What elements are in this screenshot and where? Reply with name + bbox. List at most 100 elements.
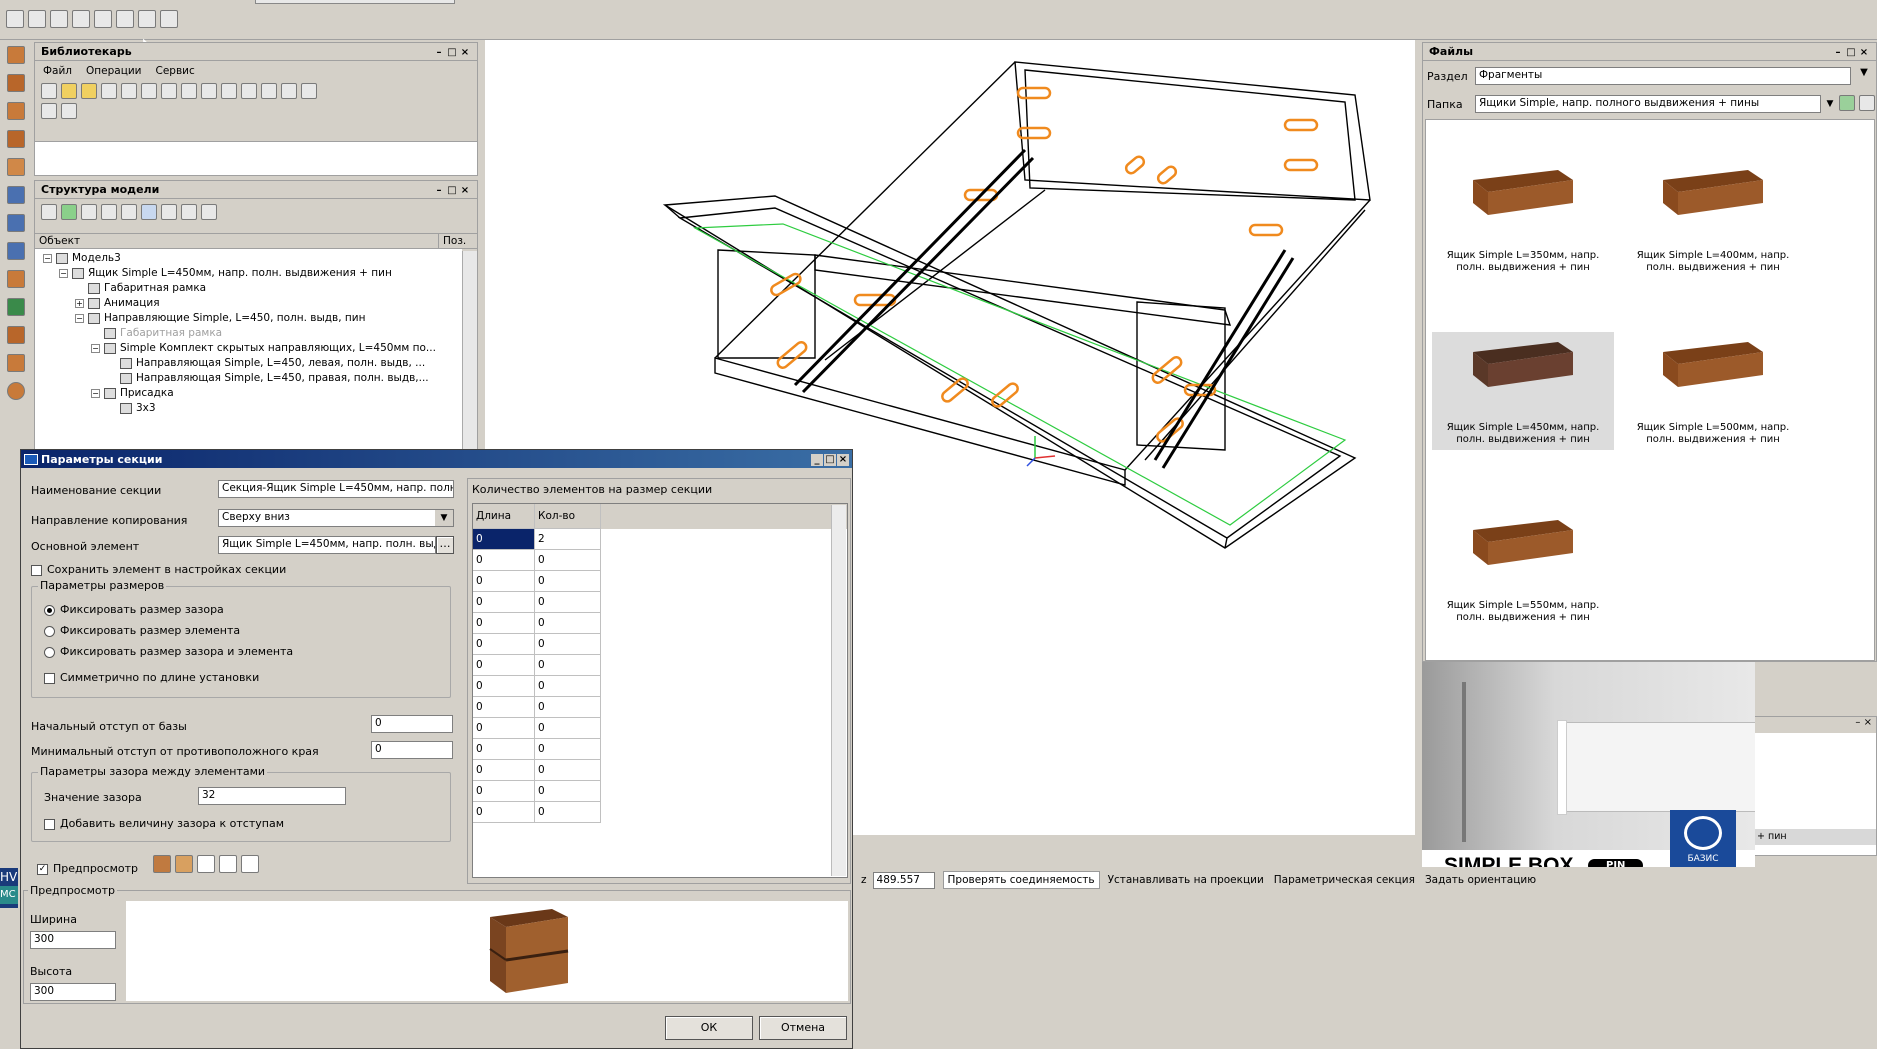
count-cell[interactable]: 0 — [535, 550, 601, 571]
tree-expander-icon[interactable]: − — [91, 388, 100, 398]
tool-icon[interactable] — [7, 214, 25, 232]
open-folder-icon[interactable] — [61, 83, 77, 99]
toolbar-icon[interactable] — [160, 10, 178, 28]
check-connect-toggle[interactable]: Проверять соединяемость — [942, 871, 1100, 889]
keep-element-checkbox[interactable] — [31, 564, 42, 576]
tool-icon[interactable] — [7, 74, 25, 92]
length-cell[interactable]: 0 — [473, 655, 535, 676]
close-icon[interactable]: × — [459, 47, 471, 59]
tool-icon[interactable] — [101, 204, 117, 220]
tool-icon[interactable] — [7, 130, 25, 148]
find-icon[interactable] — [141, 204, 157, 220]
length-cell[interactable]: 0 — [473, 592, 535, 613]
length-cell[interactable]: 0 — [473, 613, 535, 634]
wireframe-icon[interactable] — [241, 855, 259, 873]
table-row[interactable]: 02 — [473, 529, 847, 550]
add-icon[interactable] — [61, 204, 77, 220]
length-cell[interactable]: 0 — [473, 802, 535, 823]
min-offset-input[interactable]: 0 — [371, 741, 453, 759]
length-cell[interactable]: 0 — [473, 676, 535, 697]
count-cell[interactable]: 0 — [535, 592, 601, 613]
minimize-icon[interactable]: – — [1832, 47, 1844, 59]
length-cell[interactable]: 0 — [473, 781, 535, 802]
add-gap-checkbox[interactable] — [44, 818, 55, 830]
table-row[interactable]: 00 — [473, 718, 847, 739]
tool-icon[interactable] — [7, 242, 25, 260]
col-length[interactable]: Длина — [473, 504, 535, 529]
folder-dropdown-icon[interactable]: ▼ — [1823, 95, 1837, 113]
fragment-item[interactable]: Ящик Simple L=400мм, напр. полн. выдвиже… — [1622, 160, 1804, 274]
toolbar-icon[interactable] — [6, 10, 24, 28]
fragment-item[interactable]: Ящик Simple L=350мм, напр. полн. выдвиже… — [1432, 160, 1614, 274]
eye-icon[interactable] — [161, 204, 177, 220]
toolbar-icon[interactable] — [94, 10, 112, 28]
fragment-item-selected[interactable]: Ящик Simple L=450мм, напр. полн. выдвиже… — [1432, 332, 1614, 450]
z-input[interactable]: 489.557 — [872, 871, 935, 889]
arrow-down-icon[interactable] — [221, 83, 237, 99]
tree-node[interactable]: +Габаритная рамка — [35, 326, 462, 341]
direction-dropdown-icon[interactable]: ▼ — [435, 510, 453, 526]
table-row[interactable]: 00 — [473, 592, 847, 613]
toolbar-icon[interactable] — [50, 10, 68, 28]
table-row[interactable]: 00 — [473, 571, 847, 592]
radio-fix-both[interactable] — [44, 646, 55, 658]
folder-add-icon[interactable] — [81, 83, 97, 99]
col-object[interactable]: Объект — [35, 234, 439, 248]
print-icon[interactable] — [121, 83, 137, 99]
tools-icon[interactable] — [41, 204, 57, 220]
tree-node[interactable]: − Модель3 — [35, 251, 462, 266]
section-name-input[interactable]: Секция-Ящик Simple L=450мм, напр. полн. … — [218, 480, 454, 498]
tool-icon[interactable] — [41, 103, 57, 119]
count-cell[interactable]: 0 — [535, 613, 601, 634]
minimize-icon[interactable]: – — [433, 185, 445, 197]
direction-select[interactable]: Сверху вниз — [218, 509, 454, 527]
tool-icon[interactable] — [161, 83, 177, 99]
projection-toggle[interactable]: Устанавливать на проекции — [1108, 874, 1264, 886]
solid-wood-icon[interactable] — [153, 855, 171, 873]
remove-icon[interactable] — [121, 204, 137, 220]
tree-node[interactable]: − Ящик Simple L=450мм, напр. полн. выдвиж… — [35, 266, 462, 281]
table-row[interactable]: 00 — [473, 655, 847, 676]
new-file-icon[interactable] — [41, 83, 57, 99]
tool-icon[interactable] — [7, 326, 25, 344]
toolbar-icon[interactable] — [28, 10, 46, 28]
tool-icon[interactable] — [7, 186, 25, 204]
start-offset-input[interactable]: 0 — [371, 715, 453, 733]
length-cell[interactable]: 0 — [473, 739, 535, 760]
tool-icon[interactable] — [261, 83, 277, 99]
table-row[interactable]: 00 — [473, 697, 847, 718]
tree-node[interactable]: +3x3 — [35, 401, 462, 416]
count-cell[interactable]: 0 — [535, 571, 601, 592]
tree-expander-icon[interactable]: − — [75, 313, 84, 323]
toolbar-icon[interactable] — [116, 10, 134, 28]
table-row[interactable]: 00 — [473, 760, 847, 781]
tool-icon[interactable] — [281, 83, 297, 99]
length-cell[interactable]: 0 — [473, 634, 535, 655]
tool-icon[interactable] — [7, 270, 25, 288]
panel-item[interactable]: + пин — [1753, 829, 1876, 845]
width-input[interactable]: 300 — [30, 931, 116, 949]
cancel-button[interactable]: Отмена — [759, 1016, 847, 1040]
help-icon[interactable] — [81, 204, 97, 220]
wireframe-icon[interactable] — [219, 855, 237, 873]
col-pos[interactable]: Поз. — [439, 234, 466, 248]
toolbar-icon[interactable] — [72, 10, 90, 28]
preview-checkbox[interactable]: ✓ — [37, 863, 48, 875]
tree-expander-icon[interactable]: − — [59, 268, 68, 278]
ok-button[interactable]: ОК — [665, 1016, 753, 1040]
tree-node[interactable]: − Направляющие Simple, L=450, полн. выдв,… — [35, 311, 462, 326]
tool-icon[interactable] — [7, 298, 25, 316]
col-count[interactable]: Кол-во — [535, 504, 601, 529]
table-row[interactable]: 00 — [473, 634, 847, 655]
minimize-icon[interactable]: – — [1855, 717, 1860, 728]
maximize-icon[interactable]: □ — [824, 454, 836, 466]
tree-node[interactable]: +Габаритная рамка — [35, 281, 462, 296]
maximize-icon[interactable]: □ — [1845, 47, 1857, 59]
symmetric-checkbox[interactable] — [44, 672, 55, 684]
save-icon[interactable] — [101, 83, 117, 99]
maximize-icon[interactable]: □ — [446, 185, 458, 197]
tool-icon[interactable] — [7, 354, 25, 372]
maximize-icon[interactable]: □ — [446, 47, 458, 59]
tool-icon[interactable] — [7, 382, 25, 400]
length-cell[interactable]: 0 — [473, 550, 535, 571]
